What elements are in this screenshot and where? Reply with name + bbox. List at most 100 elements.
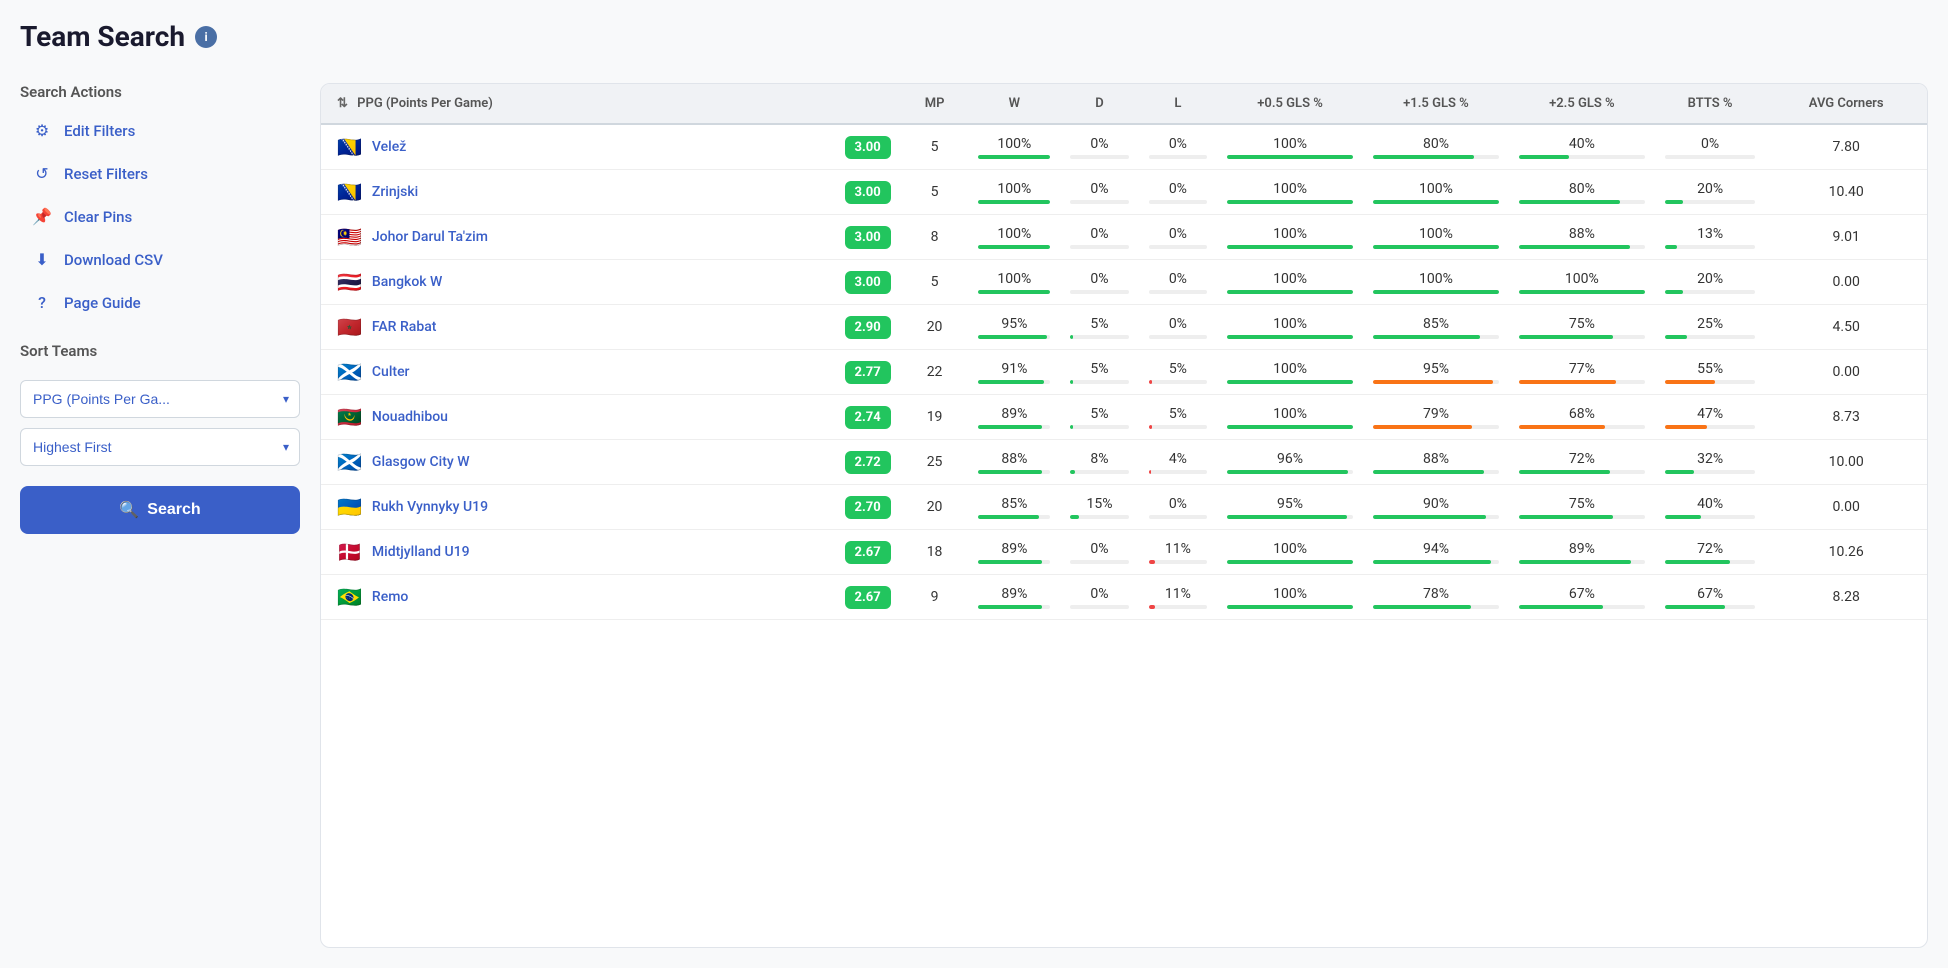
edit-filters-item[interactable]: ⚙ Edit Filters bbox=[20, 111, 300, 150]
cell-9: 89% bbox=[1509, 530, 1655, 575]
gls05-header[interactable]: +0.5 GLS % bbox=[1217, 84, 1363, 124]
cell-1: 100% bbox=[1363, 170, 1509, 215]
cell-3: 0% bbox=[1060, 260, 1138, 305]
cell-6: 89% bbox=[968, 395, 1060, 440]
team-flag: 🇲🇦 bbox=[337, 315, 362, 339]
team-cell-2: 🇲🇾 Johor Darul Ta'zim 3.00 bbox=[321, 215, 901, 260]
ppg-badge: 2.77 bbox=[845, 361, 891, 384]
cell-2: 100% bbox=[1363, 215, 1509, 260]
team-name[interactable]: Zrinjski bbox=[372, 184, 418, 200]
reset-filters-icon: ↺ bbox=[32, 164, 52, 183]
cell-4: 5% bbox=[1060, 305, 1138, 350]
cell-4: 100% bbox=[1217, 305, 1363, 350]
sort-by-wrapper[interactable]: PPG (Points Per Ga... MP W D L ▾ bbox=[20, 380, 300, 418]
team-cell-7: 🏴󠁧󠁢󠁳󠁣󠁴󠁿 Glasgow City W 2.72 bbox=[321, 440, 901, 485]
table-row: 🇧🇦 Zrinjski 3.00 5 100% 0% 0% bbox=[321, 170, 1927, 215]
sort-order-select[interactable]: Highest First Lowest First bbox=[21, 429, 299, 465]
w-header[interactable]: W bbox=[968, 84, 1060, 124]
cell-8: 15% bbox=[1060, 485, 1138, 530]
team-cell-4: 🇲🇦 FAR Rabat 2.90 bbox=[321, 305, 901, 350]
ppg-badge: 2.74 bbox=[845, 406, 891, 429]
team-name[interactable]: Culter bbox=[372, 364, 410, 380]
team-name[interactable]: Rukh Vynnyky U19 bbox=[372, 499, 488, 515]
clear-pins-item[interactable]: 📌 Clear Pins bbox=[20, 197, 300, 236]
table-row: 🇹🇭 Bangkok W 3.00 5 100% 0% 0% bbox=[321, 260, 1927, 305]
team-name[interactable]: FAR Rabat bbox=[372, 319, 437, 335]
mp-cell-7: 25 bbox=[901, 440, 969, 485]
btts-header[interactable]: BTTS % bbox=[1655, 84, 1766, 124]
cell-9: 94% bbox=[1363, 530, 1509, 575]
team-flag: 🇲🇾 bbox=[337, 225, 362, 249]
cell-8: 40% bbox=[1655, 485, 1766, 530]
cell-3: 100% bbox=[1509, 260, 1655, 305]
team-column-header[interactable]: ⇅ PPG (Points Per Game) bbox=[321, 84, 901, 124]
cell-4: 75% bbox=[1509, 305, 1655, 350]
cell-l-1: 0% bbox=[1139, 170, 1217, 215]
table-row: 🏴󠁧󠁢󠁳󠁣󠁴󠁿 Glasgow City W 2.72 25 88% 8% 4% bbox=[321, 440, 1927, 485]
cell-6: 100% bbox=[1217, 395, 1363, 440]
team-flag: 🇧🇦 bbox=[337, 180, 362, 204]
gls15-header[interactable]: +1.5 GLS % bbox=[1363, 84, 1509, 124]
cell-3: 100% bbox=[1217, 260, 1363, 305]
mp-cell-1: 5 bbox=[901, 170, 969, 215]
cell-4: 85% bbox=[1363, 305, 1509, 350]
info-icon[interactable]: i bbox=[195, 26, 217, 48]
reset-filters-item[interactable]: ↺ Reset Filters bbox=[20, 154, 300, 193]
team-name[interactable]: Remo bbox=[372, 589, 408, 605]
page-guide-item[interactable]: ? Page Guide bbox=[20, 283, 300, 322]
team-cell-5: 🏴󠁧󠁢󠁳󠁣󠁴󠁿 Culter 2.77 bbox=[321, 350, 901, 395]
cell-l-10: 11% bbox=[1139, 575, 1217, 620]
team-cell-1: 🇧🇦 Zrinjski 3.00 bbox=[321, 170, 901, 215]
cell-2: 100% bbox=[1217, 215, 1363, 260]
cell-7: 32% bbox=[1655, 440, 1766, 485]
clear-pins-label: Clear Pins bbox=[64, 208, 132, 226]
cell-2: 88% bbox=[1509, 215, 1655, 260]
cell-1: 0% bbox=[1060, 170, 1138, 215]
reset-filters-label: Reset Filters bbox=[64, 165, 148, 183]
cell-1: 100% bbox=[968, 170, 1060, 215]
avgc-header[interactable]: AVG Corners bbox=[1765, 84, 1927, 124]
table-row: 🇧🇦 Velež 3.00 5 100% 0% 0% bbox=[321, 124, 1927, 170]
cell-5: 91% bbox=[968, 350, 1060, 395]
team-name[interactable]: Johor Darul Ta'zim bbox=[372, 229, 488, 245]
cell-l-8: 0% bbox=[1139, 485, 1217, 530]
action-list: ⚙ Edit Filters ↺ Reset Filters 📌 Clear P… bbox=[20, 111, 300, 322]
avgc-cell-4: 4.50 bbox=[1765, 305, 1927, 350]
team-cell-10: 🇧🇷 Remo 2.67 bbox=[321, 575, 901, 620]
team-name[interactable]: Midtjylland U19 bbox=[372, 544, 470, 560]
cell-0: 80% bbox=[1363, 124, 1509, 170]
gls25-header[interactable]: +2.5 GLS % bbox=[1509, 84, 1655, 124]
avgc-cell-8: 0.00 bbox=[1765, 485, 1927, 530]
cell-10: 100% bbox=[1217, 575, 1363, 620]
cell-6: 47% bbox=[1655, 395, 1766, 440]
team-name[interactable]: Velež bbox=[372, 139, 406, 155]
sort-order-wrapper[interactable]: Highest First Lowest First ▾ bbox=[20, 428, 300, 466]
l-header[interactable]: L bbox=[1139, 84, 1217, 124]
cell-9: 100% bbox=[1217, 530, 1363, 575]
team-name[interactable]: Glasgow City W bbox=[372, 454, 470, 470]
table-row: 🏴󠁧󠁢󠁳󠁣󠁴󠁿 Culter 2.77 22 91% 5% 5% bbox=[321, 350, 1927, 395]
avgc-cell-0: 7.80 bbox=[1765, 124, 1927, 170]
mp-header[interactable]: MP bbox=[901, 84, 969, 124]
mp-cell-9: 18 bbox=[901, 530, 969, 575]
ppg-header-label: PPG (Points Per Game) bbox=[357, 96, 493, 111]
team-name[interactable]: Nouadhibou bbox=[372, 409, 448, 425]
download-csv-item[interactable]: ⬇ Download CSV bbox=[20, 240, 300, 279]
search-button[interactable]: 🔍 Search bbox=[20, 486, 300, 534]
sort-by-select[interactable]: PPG (Points Per Ga... MP W D L bbox=[21, 381, 299, 417]
cell-3: 20% bbox=[1655, 260, 1766, 305]
team-flag: 🇹🇭 bbox=[337, 270, 362, 294]
avgc-cell-7: 10.00 bbox=[1765, 440, 1927, 485]
team-flag: 🏴󠁧󠁢󠁳󠁣󠁴󠁿 bbox=[337, 450, 362, 474]
cell-l-0: 0% bbox=[1139, 124, 1217, 170]
team-flag: 🇧🇦 bbox=[337, 135, 362, 159]
team-name[interactable]: Bangkok W bbox=[372, 274, 442, 290]
team-cell-3: 🇹🇭 Bangkok W 3.00 bbox=[321, 260, 901, 305]
avgc-cell-1: 10.40 bbox=[1765, 170, 1927, 215]
d-header[interactable]: D bbox=[1060, 84, 1138, 124]
mp-cell-4: 20 bbox=[901, 305, 969, 350]
team-flag: 🏴󠁧󠁢󠁳󠁣󠁴󠁿 bbox=[337, 360, 362, 384]
cell-0: 100% bbox=[968, 124, 1060, 170]
team-cell-8: 🇺🇦 Rukh Vynnyky U19 2.70 bbox=[321, 485, 901, 530]
ppg-badge: 3.00 bbox=[845, 136, 891, 159]
